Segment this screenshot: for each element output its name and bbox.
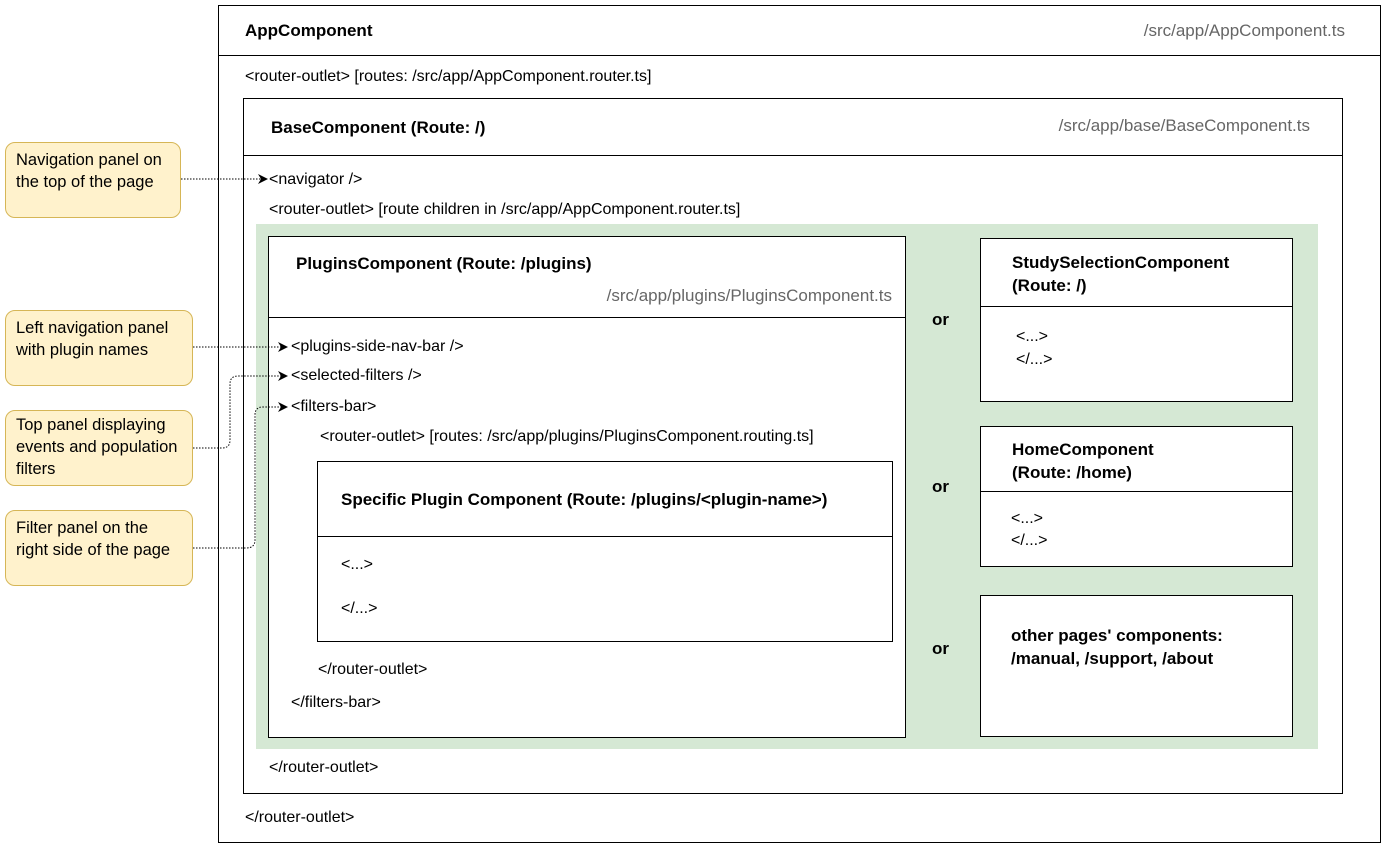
- connector-arrows: [181, 174, 288, 549]
- arrow-selected-filters: [193, 371, 288, 449]
- diagram: AppComponent /src/app/AppComponent.ts <r…: [0, 0, 1384, 846]
- arrow-filters-bar: [193, 402, 288, 549]
